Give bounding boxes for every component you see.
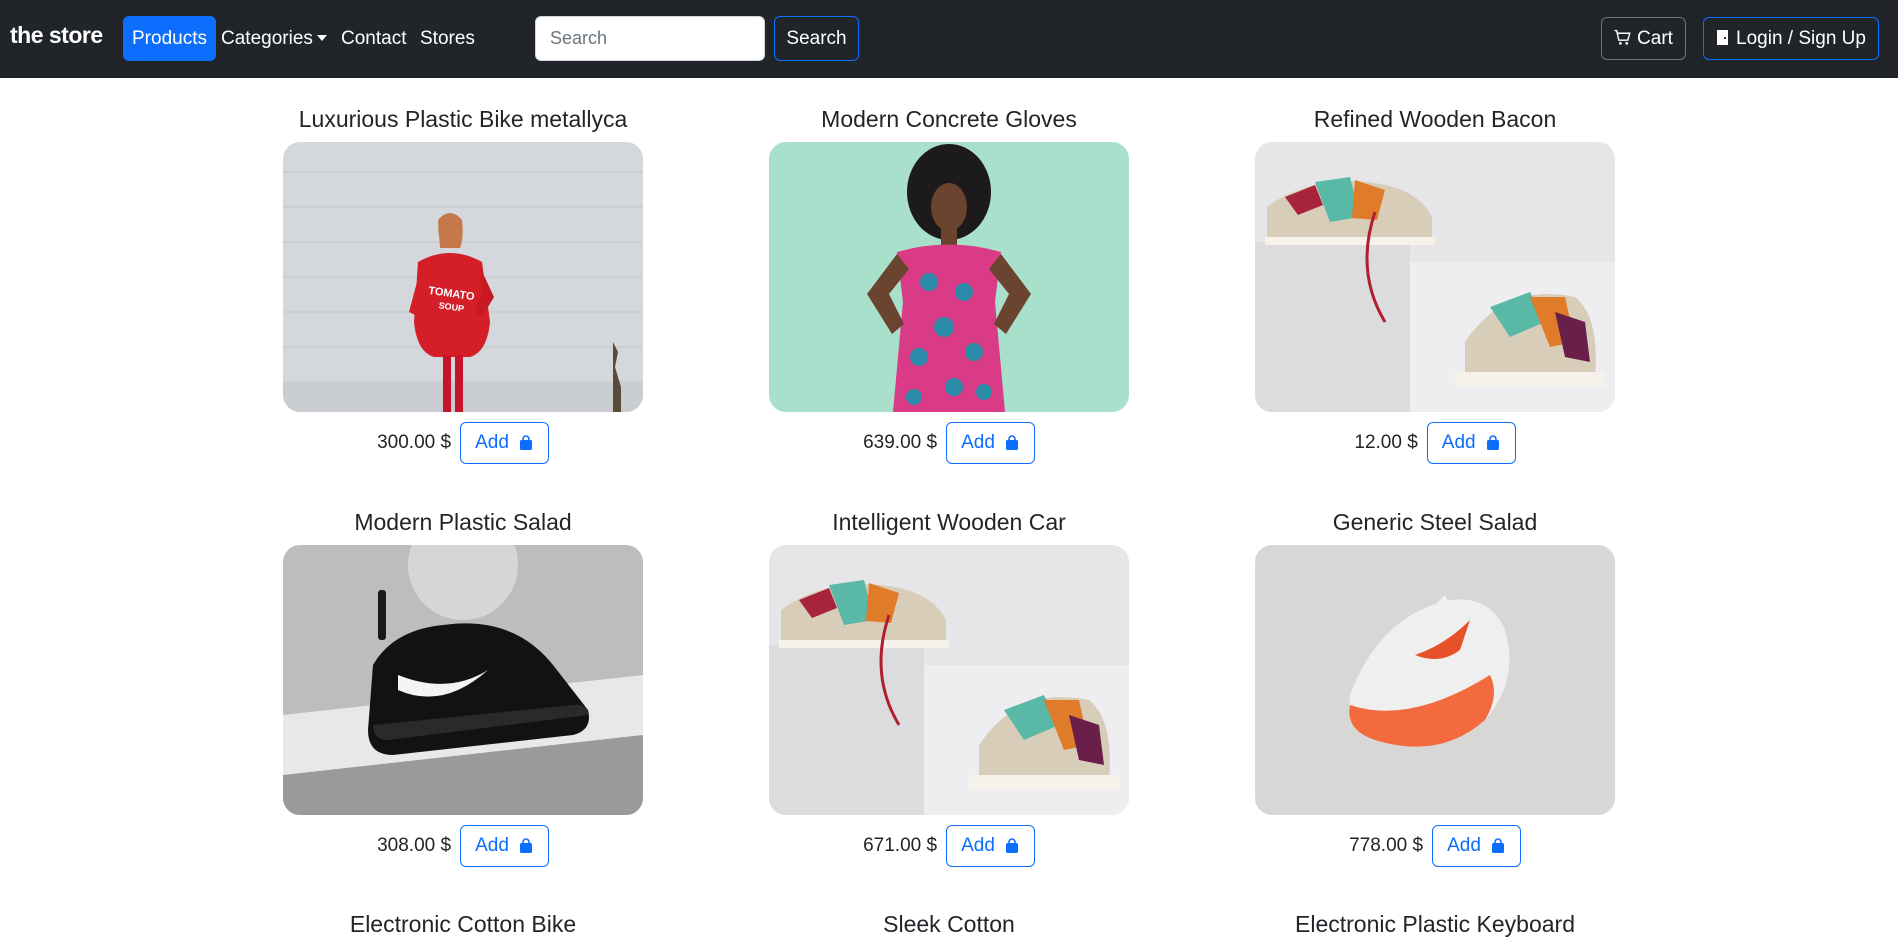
product-price: 12.00 $ bbox=[1354, 432, 1418, 453]
search-button[interactable]: Search bbox=[774, 16, 859, 61]
product-title: Electronic Plastic Keyboard bbox=[1295, 911, 1575, 937]
add-to-cart-button[interactable]: Add bbox=[1432, 825, 1521, 867]
bag-icon bbox=[1005, 435, 1018, 450]
product-price: 300.00 $ bbox=[377, 432, 452, 453]
add-to-cart-button[interactable]: Add bbox=[1426, 422, 1516, 464]
product-title: Sleek Cotton bbox=[883, 911, 1015, 937]
product-title: Luxurious Plastic Bike metallyca bbox=[298, 106, 628, 132]
product-card: Sleek Cotton bbox=[769, 911, 1129, 939]
cart-button[interactable]: Cart bbox=[1601, 17, 1686, 60]
add-to-cart-button[interactable]: Add bbox=[946, 422, 1035, 464]
product-title: Electronic Cotton Bike bbox=[349, 911, 577, 937]
product-price: 778.00 $ bbox=[1349, 835, 1424, 856]
search-input[interactable] bbox=[535, 16, 765, 61]
add-to-cart-button[interactable]: Add bbox=[946, 825, 1035, 867]
caret-down-icon bbox=[316, 35, 327, 41]
login-signup-button[interactable]: Login / Sign Up bbox=[1703, 17, 1879, 60]
door-icon bbox=[1717, 30, 1729, 45]
product-title: Refined Wooden Bacon bbox=[1313, 106, 1557, 132]
product-card: Electronic Cotton Bike bbox=[283, 911, 643, 939]
bag-icon bbox=[1005, 838, 1018, 853]
product-title: Intelligent Wooden Car bbox=[832, 509, 1066, 535]
product-image[interactable] bbox=[769, 142, 1129, 412]
product-price: 308.00 $ bbox=[377, 835, 452, 856]
add-to-cart-button[interactable]: Add bbox=[460, 422, 549, 464]
product-card: Electronic Plastic Keyboard bbox=[1255, 911, 1615, 939]
product-title: Modern Plastic Salad bbox=[354, 509, 572, 535]
product-price: 671.00 $ bbox=[863, 835, 938, 856]
product-price: 639.00 $ bbox=[863, 432, 938, 453]
product-image[interactable] bbox=[1255, 142, 1615, 412]
product-image[interactable] bbox=[1255, 545, 1615, 815]
top-navbar: the store Products Categories Contact St… bbox=[0, 0, 1898, 78]
nav-item-stores[interactable]: Stores bbox=[411, 16, 484, 61]
product-image[interactable]: TOMATO SOUP bbox=[283, 142, 643, 412]
nav-item-contact[interactable]: Contact bbox=[332, 16, 415, 61]
bag-icon bbox=[1486, 435, 1499, 450]
bag-icon bbox=[519, 838, 532, 853]
nav-item-categories[interactable]: Categories bbox=[212, 16, 336, 61]
bag-icon bbox=[1491, 838, 1504, 853]
add-to-cart-button[interactable]: Add bbox=[460, 825, 549, 867]
brand-logo[interactable]: the store bbox=[10, 22, 103, 49]
product-title: Modern Concrete Gloves bbox=[821, 106, 1077, 132]
nav-item-products[interactable]: Products bbox=[123, 16, 216, 61]
product-image[interactable] bbox=[769, 545, 1129, 815]
bag-icon bbox=[519, 435, 532, 450]
cart-icon bbox=[1614, 29, 1631, 45]
product-title: Generic Steel Salad bbox=[1332, 509, 1538, 535]
product-image[interactable] bbox=[283, 545, 643, 815]
